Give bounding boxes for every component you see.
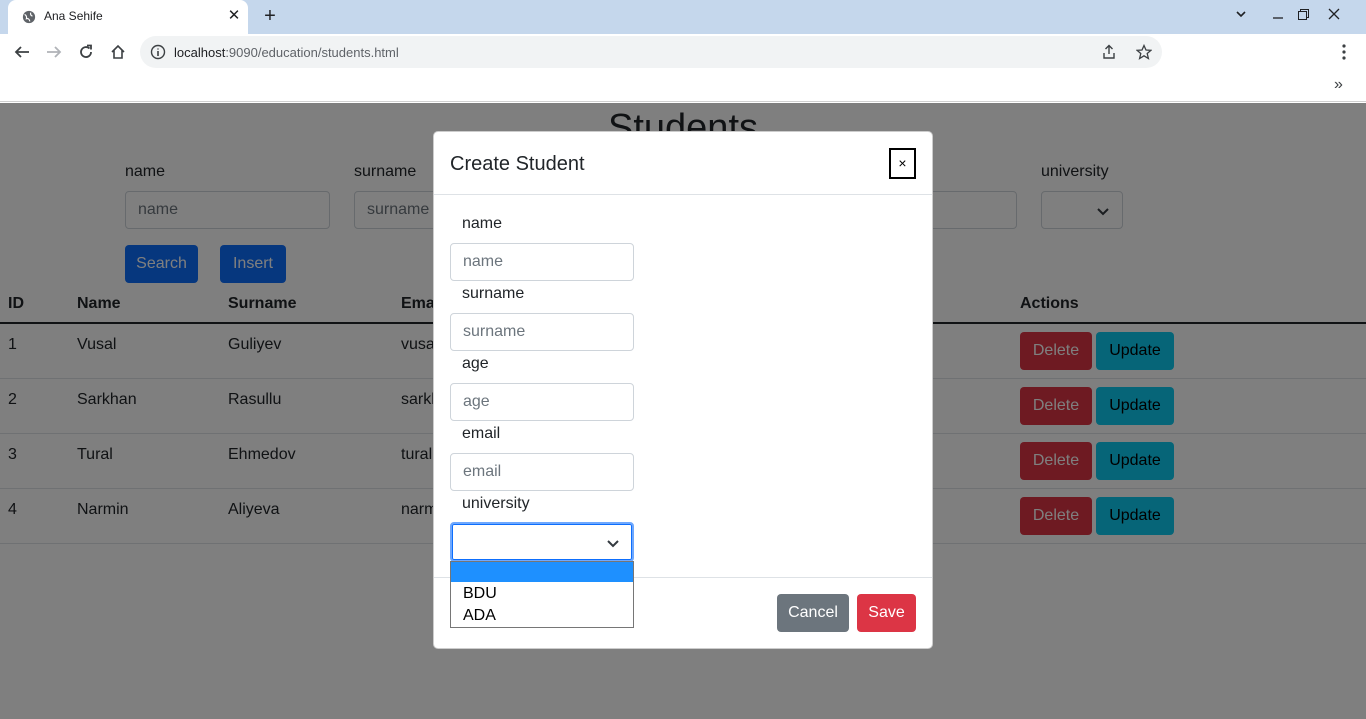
minimize-icon[interactable] bbox=[1266, 4, 1290, 28]
university-dropdown-list: BDU ADA bbox=[450, 561, 634, 628]
address-bar[interactable]: localhost:9090/education/students.html bbox=[140, 36, 1162, 68]
url-text: localhost:9090/education/students.html bbox=[174, 45, 399, 60]
email-input[interactable]: email bbox=[450, 453, 634, 491]
dropdown-option-ada[interactable]: ADA bbox=[451, 606, 633, 626]
modal-header: Create Student × bbox=[434, 132, 932, 195]
name-label: name bbox=[462, 215, 503, 232]
back-arrow-icon[interactable] bbox=[10, 40, 34, 64]
new-tab-icon[interactable]: + bbox=[259, 5, 281, 27]
bookmark-star-icon[interactable] bbox=[1136, 44, 1152, 60]
share-icon[interactable] bbox=[1102, 44, 1118, 60]
modal-title: Create Student bbox=[450, 153, 585, 175]
cancel-button[interactable]: Cancel bbox=[777, 594, 849, 632]
university-select[interactable] bbox=[450, 522, 634, 562]
surname-input[interactable]: surname bbox=[450, 313, 634, 351]
forward-arrow-icon[interactable] bbox=[42, 40, 66, 64]
site-info-icon[interactable] bbox=[150, 44, 166, 60]
browser-tab[interactable]: Ana Sehife ✕ bbox=[8, 0, 248, 34]
surname-label: surname bbox=[462, 285, 525, 302]
tab-search-icon[interactable] bbox=[1229, 4, 1253, 28]
name-input[interactable]: name bbox=[450, 243, 634, 281]
chevron-down-icon bbox=[607, 540, 619, 548]
dropdown-option-bdu[interactable]: BDU bbox=[451, 584, 633, 604]
close-window-icon[interactable] bbox=[1322, 4, 1346, 28]
tab-title: Ana Sehife bbox=[44, 9, 103, 23]
home-icon[interactable] bbox=[106, 40, 130, 64]
tab-strip: Ana Sehife ✕ + bbox=[0, 0, 1366, 34]
restore-icon[interactable] bbox=[1291, 4, 1315, 28]
tab-close-icon[interactable]: ✕ bbox=[225, 7, 243, 25]
age-input[interactable]: age bbox=[450, 383, 634, 421]
university-label: university bbox=[462, 495, 530, 512]
browser-menu-icon[interactable] bbox=[1332, 40, 1356, 64]
save-button[interactable]: Save bbox=[857, 594, 916, 632]
dropdown-option-empty[interactable] bbox=[451, 562, 633, 582]
age-label: age bbox=[462, 355, 489, 372]
globe-icon bbox=[22, 10, 36, 24]
more-bookmarks-icon[interactable]: » bbox=[1334, 76, 1343, 94]
email-label: email bbox=[462, 425, 501, 442]
close-icon[interactable]: × bbox=[889, 148, 916, 179]
reload-icon[interactable] bbox=[74, 40, 98, 64]
browser-toolbar: localhost:9090/education/students.html bbox=[0, 34, 1366, 70]
bookmarks-bar: » bbox=[0, 70, 1366, 102]
